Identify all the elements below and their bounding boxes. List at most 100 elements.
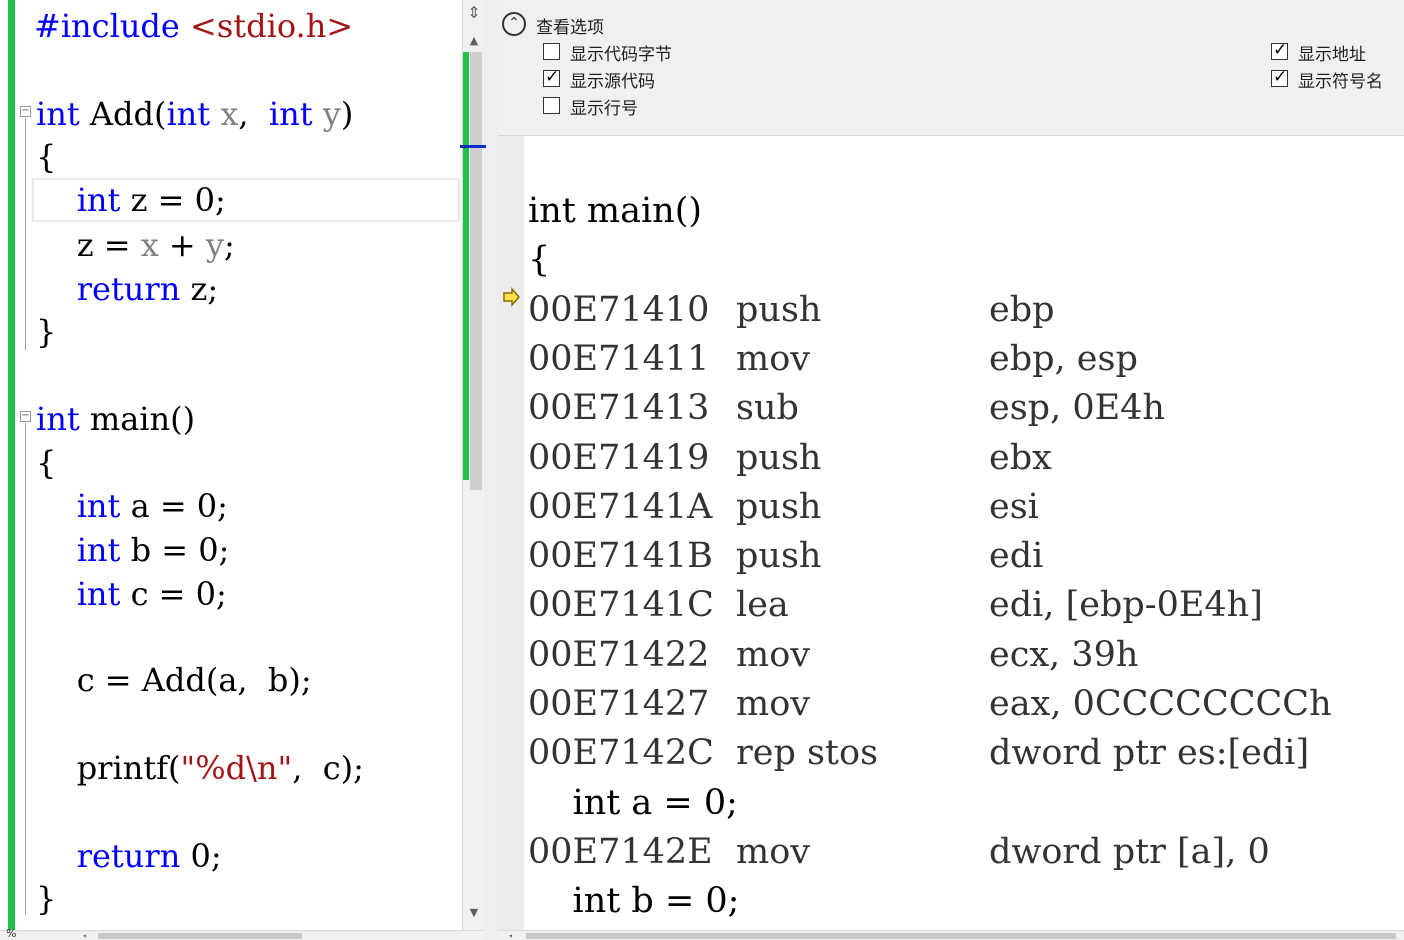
code-line[interactable]: int a = 0;	[36, 484, 228, 528]
code-token: z;	[180, 270, 219, 308]
code-line[interactable]: int z = 0;	[36, 178, 226, 222]
instruction-address: 00E71419	[528, 438, 710, 478]
instruction-operands: esi	[989, 487, 1039, 527]
code-line[interactable]: return z;	[36, 267, 218, 311]
instruction-row[interactable]: 00E71413 sub esp, 0E4h	[528, 383, 1398, 433]
scrollbar-thumb[interactable]	[98, 933, 302, 939]
horizontal-scrollbar[interactable]: % ◂	[0, 927, 484, 940]
code-line[interactable]: }	[36, 310, 56, 354]
disassembly-horizontal-scrollbar[interactable]: ◂	[498, 930, 1404, 940]
show-line-numbers-checkbox[interactable]	[543, 97, 560, 114]
instruction-pointer-icon	[501, 287, 521, 307]
code-line[interactable]: int Add(int x, int y)	[36, 92, 353, 136]
instruction-row[interactable]: 00E7142C rep stos dword ptr es:[edi]	[528, 728, 1398, 778]
source-line[interactable]: int b = 0;	[528, 876, 740, 926]
collapse-icon[interactable]: −	[20, 106, 31, 117]
instruction-row[interactable]: 00E71410 push ebp	[528, 285, 1398, 335]
scroll-down-icon[interactable]: ▼	[463, 904, 485, 922]
show-source-code-checkbox[interactable]	[543, 67, 560, 87]
show-code-bytes-label[interactable]: 显示代码字节	[570, 40, 672, 65]
collapse-options-icon[interactable]: ⌃	[502, 12, 526, 36]
collapse-icon[interactable]: −	[20, 411, 31, 422]
code-line[interactable]: }	[36, 877, 56, 921]
instruction-row[interactable]: 00E7142E mov dword ptr [a], 0	[528, 827, 1398, 877]
code-token: z =	[36, 226, 141, 264]
code-token: c = Add(a, b);	[36, 661, 312, 699]
instruction-opcode: push	[736, 536, 822, 576]
code-line[interactable]: printf("%d\n", c);	[36, 746, 364, 790]
code-line[interactable]: #include <stdio.h>	[34, 4, 353, 48]
code-token: c = 0;	[120, 575, 227, 613]
scroll-up-icon[interactable]: ▲	[463, 32, 485, 50]
instruction-row[interactable]: 00E71419 push ebx	[528, 433, 1398, 483]
instruction-opcode: push	[736, 438, 822, 478]
show-line-numbers-label[interactable]: 显示行号	[570, 94, 638, 119]
fold-guide	[25, 118, 26, 350]
source-text: {	[528, 240, 551, 280]
show-symbol-names-label[interactable]: 显示符号名	[1298, 67, 1383, 92]
code-line[interactable]: int b = 0;	[36, 528, 230, 572]
instruction-address: 00E7142E	[528, 832, 713, 872]
scrollbar-thumb[interactable]	[526, 933, 1396, 939]
code-token: return	[76, 837, 181, 875]
code-token: x	[140, 226, 159, 264]
instruction-row[interactable]: 00E71422 mov ecx, 39h	[528, 630, 1398, 680]
code-token: ,	[238, 95, 269, 133]
source-editor[interactable]: − − #include <stdio.h> int Add(int x, int…	[0, 0, 484, 940]
instruction-opcode: push	[736, 290, 822, 330]
instruction-row[interactable]: 00E7141A push esi	[528, 482, 1398, 532]
code-token: y	[205, 226, 224, 264]
instruction-address: 00E71410	[528, 290, 710, 330]
scroll-left-icon[interactable]: ◂	[508, 931, 516, 940]
show-code-bytes-checkbox[interactable]	[543, 43, 560, 60]
show-address-checkbox[interactable]	[1271, 40, 1288, 60]
code-token: Add(	[79, 95, 167, 133]
code-token: {	[36, 444, 57, 482]
instruction-row[interactable]: 00E71427 mov eax, 0CCCCCCCCh	[528, 679, 1398, 729]
show-address-label[interactable]: 显示地址	[1298, 40, 1366, 65]
disassembly-gutter	[498, 136, 524, 930]
code-line[interactable]: {	[36, 135, 56, 179]
source-line[interactable]: int main()	[528, 186, 702, 236]
code-line[interactable]: int c = 0;	[36, 572, 227, 616]
instruction-opcode: rep stos	[736, 733, 879, 773]
scroll-left-icon[interactable]: ◂	[82, 931, 90, 940]
instruction-opcode: mov	[736, 635, 811, 675]
source-line[interactable]: {	[528, 235, 550, 285]
zoom-level[interactable]: %	[6, 927, 16, 940]
vertical-scrollbar[interactable]: ⇕ ▲ ▼	[461, 0, 485, 930]
instruction-operands: esp, 0E4h	[989, 388, 1165, 428]
instruction-row[interactable]: 00E7141C lea edi, [ebp-0E4h]	[528, 580, 1398, 630]
code-token: <stdio.h>	[190, 7, 354, 45]
code-token: #include	[34, 7, 191, 45]
code-token: int	[166, 95, 211, 133]
pane-splitter[interactable]	[460, 0, 498, 940]
scrollbar-track-thumb[interactable]	[470, 52, 482, 490]
instruction-address: 00E71411	[528, 339, 710, 379]
code-line[interactable]: z = x + y;	[36, 223, 235, 267]
code-token: int	[268, 95, 313, 133]
instruction-row[interactable]: 00E7141B push edi	[528, 531, 1398, 581]
code-token: x	[220, 95, 239, 133]
code-line[interactable]: {	[36, 441, 56, 485]
code-line[interactable]: return 0;	[36, 834, 222, 878]
source-line[interactable]: int a = 0;	[528, 778, 738, 828]
code-token: , c);	[292, 749, 364, 787]
code-token: int	[36, 95, 80, 133]
scrollbar-thumb[interactable]	[463, 52, 469, 480]
code-token: }	[36, 880, 57, 918]
show-source-code-label[interactable]: 显示源代码	[570, 67, 655, 92]
instruction-operands: edi	[989, 536, 1044, 576]
code-line[interactable]: int main()	[36, 397, 195, 441]
instruction-row[interactable]: 00E71411 mov ebp, esp	[528, 334, 1398, 384]
show-symbol-names-checkbox[interactable]	[1271, 67, 1288, 87]
split-icon[interactable]: ⇕	[463, 4, 485, 22]
instruction-opcode: mov	[736, 339, 811, 379]
code-token: {	[36, 138, 57, 176]
code-line[interactable]: c = Add(a, b);	[36, 658, 312, 702]
